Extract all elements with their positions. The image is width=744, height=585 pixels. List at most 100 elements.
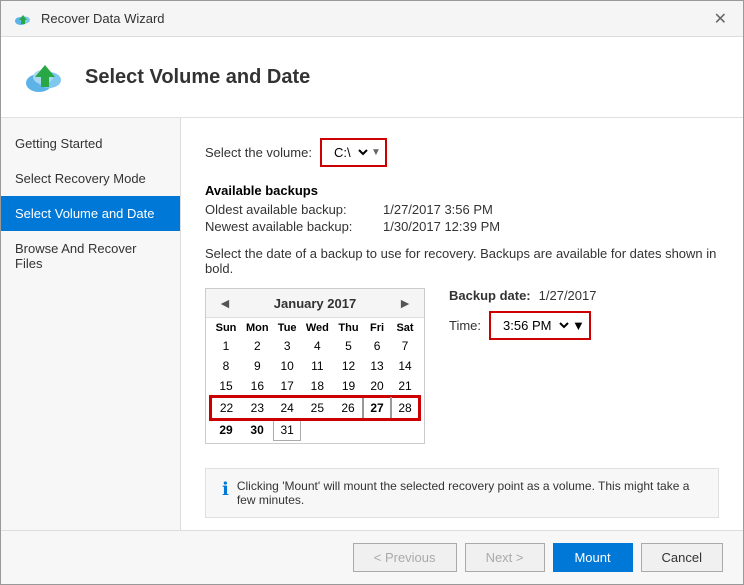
day-name-sat: Sat <box>391 320 419 336</box>
cal-day[interactable]: 10 <box>274 356 301 376</box>
calendar-day-names-row: Sun Mon Tue Wed Thu Fri Sat <box>211 320 419 336</box>
calendar-header: ◄ January 2017 ► <box>206 289 424 318</box>
sidebar: Getting Started Select Recovery Mode Sel… <box>1 118 181 530</box>
cal-day[interactable]: 6 <box>363 336 391 356</box>
bottom-info: ℹ Clicking 'Mount' will mount the select… <box>205 468 719 518</box>
sidebar-item-getting-started[interactable]: Getting Started <box>1 126 180 161</box>
cal-day[interactable]: 15 <box>211 376 241 397</box>
day-name-fri: Fri <box>363 320 391 336</box>
cal-day[interactable]: 24 <box>274 397 301 419</box>
cal-day[interactable]: 17 <box>274 376 301 397</box>
cancel-button[interactable]: Cancel <box>641 543 723 572</box>
cal-day[interactable]: 19 <box>334 376 363 397</box>
prev-button[interactable]: < Previous <box>353 543 457 572</box>
day-name-sun: Sun <box>211 320 241 336</box>
cal-day[interactable]: 12 <box>334 356 363 376</box>
cal-day[interactable]: 7 <box>391 336 419 356</box>
cal-day[interactable]: 18 <box>301 376 334 397</box>
cal-day[interactable]: 2 <box>241 336 274 356</box>
cal-day[interactable]: 28 <box>391 397 419 419</box>
volume-dropdown[interactable]: C:\ <box>326 142 371 163</box>
calendar-week-3: 15 16 17 18 19 20 21 <box>211 376 419 397</box>
volume-select-label: Select the volume: <box>205 145 312 160</box>
time-dropdown[interactable]: 3:56 PM <box>495 315 572 336</box>
calendar-table: Sun Mon Tue Wed Thu Fri Sat <box>210 320 420 441</box>
cal-prev-button[interactable]: ◄ <box>214 295 236 311</box>
backup-info: Available backups Oldest available backu… <box>205 183 719 234</box>
time-row: Time: 3:56 PM ▼ <box>449 311 596 340</box>
cal-day[interactable]: 8 <box>211 356 241 376</box>
calendar-week-1: 1 2 3 4 5 6 7 <box>211 336 419 356</box>
footer: < Previous Next > Mount Cancel <box>1 530 743 584</box>
cal-day[interactable]: 5 <box>334 336 363 356</box>
date-time-panel: Backup date: 1/27/2017 Time: 3:56 PM ▼ <box>449 288 596 340</box>
oldest-backup-label: Oldest available backup: <box>205 202 375 217</box>
dropdown-arrow-icon: ▼ <box>371 147 381 158</box>
backup-date-value: 1/27/2017 <box>539 288 597 303</box>
header: Select Volume and Date <box>1 37 743 118</box>
newest-backup-value: 1/30/2017 12:39 PM <box>383 219 500 234</box>
cal-day[interactable]: 14 <box>391 356 419 376</box>
header-icon <box>21 53 69 101</box>
mount-button[interactable]: Mount <box>553 543 633 572</box>
app-icon <box>13 9 33 29</box>
close-button[interactable]: ✕ <box>710 9 731 29</box>
cal-day[interactable]: 20 <box>363 376 391 397</box>
day-name-thu: Thu <box>334 320 363 336</box>
cal-day[interactable]: 23 <box>241 397 274 419</box>
day-name-tue: Tue <box>274 320 301 336</box>
backup-info-title: Available backups <box>205 183 719 198</box>
cal-day[interactable]: 13 <box>363 356 391 376</box>
time-label: Time: <box>449 318 481 333</box>
volume-dropdown-wrapper[interactable]: C:\ ▼ <box>320 138 387 167</box>
cal-day[interactable]: 30 <box>241 419 274 441</box>
calendar: ◄ January 2017 ► Sun Mon Tue Wed <box>205 288 425 444</box>
cal-day[interactable]: 29 <box>211 419 241 441</box>
cal-day-empty <box>363 419 391 441</box>
time-dropdown-arrow-icon: ▼ <box>572 318 585 333</box>
calendar-month-year: January 2017 <box>274 296 356 311</box>
cal-day-today[interactable]: 31 <box>274 419 301 441</box>
newest-backup-row: Newest available backup: 1/30/2017 12:39… <box>205 219 719 234</box>
next-button[interactable]: Next > <box>465 543 545 572</box>
cal-next-button[interactable]: ► <box>394 295 416 311</box>
cal-day[interactable]: 16 <box>241 376 274 397</box>
cal-day[interactable]: 22 <box>211 397 241 419</box>
cal-day[interactable]: 4 <box>301 336 334 356</box>
calendar-week-5: 29 30 31 <box>211 419 419 441</box>
cal-day[interactable]: 25 <box>301 397 334 419</box>
cal-day[interactable]: 21 <box>391 376 419 397</box>
calendar-date-panel: ◄ January 2017 ► Sun Mon Tue Wed <box>205 288 719 444</box>
cal-day[interactable]: 9 <box>241 356 274 376</box>
newest-backup-label: Newest available backup: <box>205 219 375 234</box>
cal-day-selected[interactable]: 27 <box>363 397 391 419</box>
time-dropdown-wrapper[interactable]: 3:56 PM ▼ <box>489 311 591 340</box>
cal-day[interactable]: 1 <box>211 336 241 356</box>
cal-day[interactable]: 3 <box>274 336 301 356</box>
main-window: Recover Data Wizard ✕ Select Volume and … <box>0 0 744 585</box>
cal-day[interactable]: 26 <box>334 397 363 419</box>
day-name-mon: Mon <box>241 320 274 336</box>
sidebar-item-browse-recover[interactable]: Browse And Recover Files <box>1 231 180 281</box>
bottom-info-text: Clicking 'Mount' will mount the selected… <box>237 479 702 507</box>
page-title: Select Volume and Date <box>85 66 310 89</box>
content-area: Getting Started Select Recovery Mode Sel… <box>1 118 743 530</box>
cal-day[interactable]: 11 <box>301 356 334 376</box>
info-icon: ℹ <box>222 479 229 500</box>
title-bar-left: Recover Data Wizard <box>13 9 165 29</box>
backup-date-label: Backup date: <box>449 288 531 303</box>
cal-day-empty <box>391 419 419 441</box>
title-bar: Recover Data Wizard ✕ <box>1 1 743 37</box>
volume-select-row: Select the volume: C:\ ▼ <box>205 138 719 167</box>
cal-day-empty <box>334 419 363 441</box>
main-content: Select the volume: C:\ ▼ Available backu… <box>181 118 743 530</box>
sidebar-item-recovery-mode[interactable]: Select Recovery Mode <box>1 161 180 196</box>
oldest-backup-value: 1/27/2017 3:56 PM <box>383 202 493 217</box>
calendar-week-4: 22 23 24 25 26 27 28 <box>211 397 419 419</box>
instruction-text: Select the date of a backup to use for r… <box>205 246 719 276</box>
cal-day-empty <box>301 419 334 441</box>
sidebar-item-volume-date[interactable]: Select Volume and Date <box>1 196 180 231</box>
calendar-week-2: 8 9 10 11 12 13 14 <box>211 356 419 376</box>
day-name-wed: Wed <box>301 320 334 336</box>
window-title: Recover Data Wizard <box>41 11 165 26</box>
